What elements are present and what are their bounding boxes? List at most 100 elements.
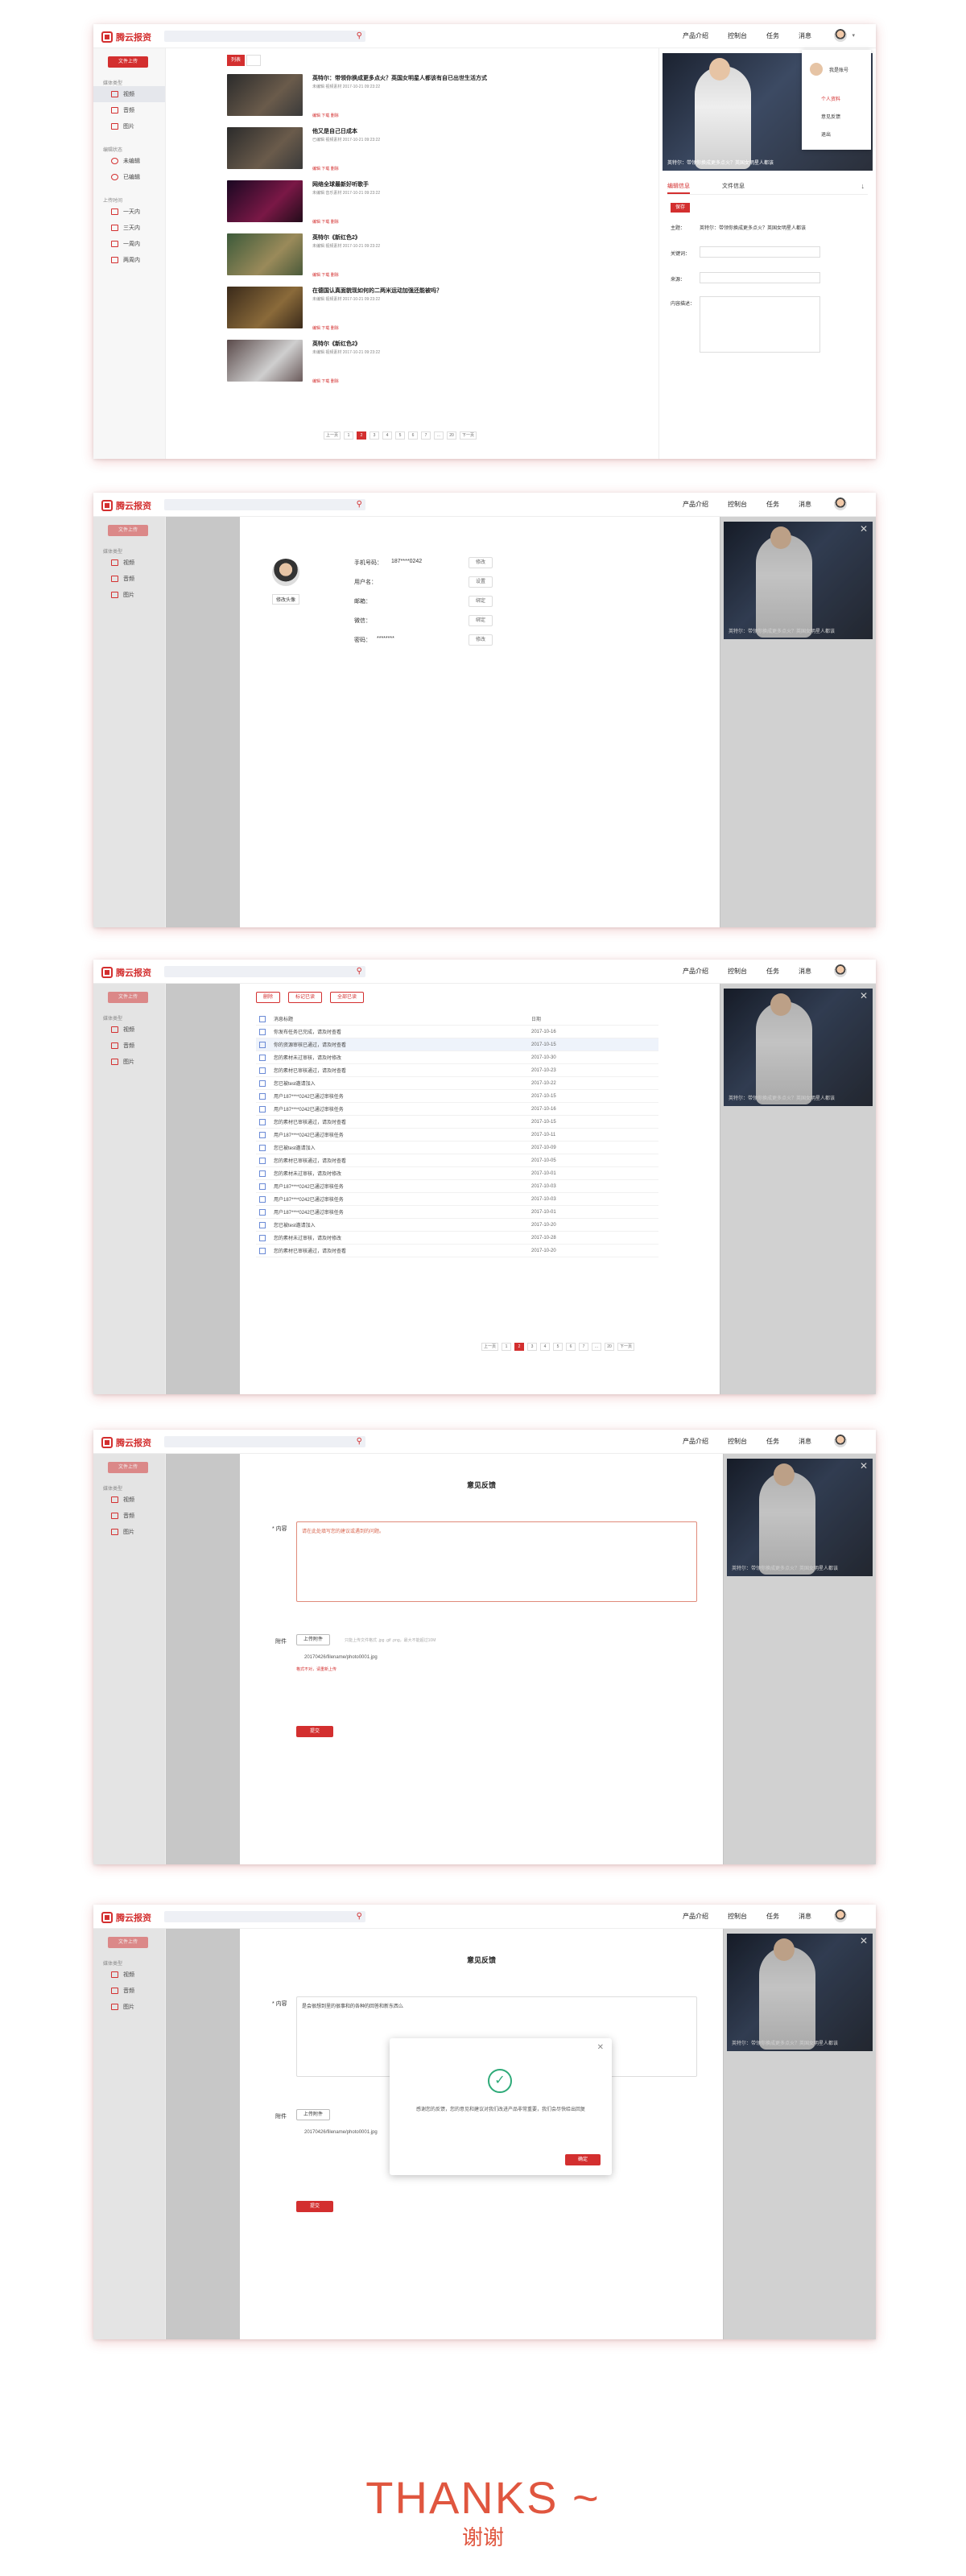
table-row[interactable]: 用户187****0242已通过审核任务 2017-10-03 <box>256 1193 658 1206</box>
row-checkbox[interactable] <box>259 1041 266 1048</box>
next-page[interactable]: 下一页 <box>617 1343 635 1351</box>
menu-profile[interactable]: 个人资料 <box>821 95 840 102</box>
page-link[interactable]: 1 <box>344 431 354 440</box>
search-input[interactable]: ⚲ <box>164 966 365 977</box>
video-thumbnail[interactable] <box>227 127 303 169</box>
source-input[interactable] <box>700 272 820 283</box>
avatar[interactable] <box>834 1435 847 1447</box>
search-input[interactable]: ⚲ <box>164 1911 365 1922</box>
upload-button[interactable]: 文件上传 <box>108 1462 148 1473</box>
sidebar-item-1week[interactable]: 一周内 <box>93 236 165 252</box>
submit-button[interactable]: 提交 <box>296 2201 333 2212</box>
row-checkbox[interactable] <box>259 1054 266 1061</box>
menu-logout[interactable]: 退出 <box>821 130 831 138</box>
row-checkbox[interactable] <box>259 1080 266 1087</box>
message-title[interactable]: 你的资源审核已通过，请及时查看 <box>274 1041 531 1048</box>
row-checkbox[interactable] <box>259 1131 266 1138</box>
avatar[interactable] <box>834 29 847 42</box>
row-checkbox[interactable] <box>259 1221 266 1228</box>
submit-button[interactable]: 提交 <box>296 1726 333 1737</box>
nav-product[interactable]: 产品介绍 <box>683 500 708 509</box>
sidebar-item-video[interactable]: 视频 <box>93 1022 165 1038</box>
row-checkbox[interactable] <box>259 1028 266 1035</box>
search-input[interactable]: ⚲ <box>164 31 365 42</box>
edit-password-button[interactable]: 修改 <box>469 634 493 646</box>
sidebar-item-video[interactable]: 视频 <box>93 86 165 102</box>
table-row[interactable]: 用户187****0242已通过审核任务 2017-10-11 <box>256 1129 658 1141</box>
page-link[interactable]: 3 <box>369 431 380 440</box>
message-title[interactable]: 您的素材未过审核，请及时修改 <box>274 1234 531 1241</box>
feedback-textarea[interactable]: 请在此处填写您的建议或遇到的问题。 <box>296 1521 697 1602</box>
page-link[interactable]: 7 <box>579 1343 589 1351</box>
table-row[interactable]: 用户187****0242已通过审核任务 2017-10-16 <box>256 1103 658 1116</box>
upload-attachment-button[interactable]: 上传附件 <box>296 2109 331 2120</box>
edit-phone-button[interactable]: 修改 <box>469 557 493 568</box>
message-title[interactable]: 您已被test邀请加入 <box>274 1221 531 1228</box>
message-title[interactable]: 您的素材已审核通过，请及时查看 <box>274 1157 531 1164</box>
logo[interactable]: 腾云报资 <box>101 1436 151 1449</box>
search-icon[interactable]: ⚲ <box>357 31 362 40</box>
table-row[interactable]: 您的素材已审核通过，请及时查看 2017-10-05 <box>256 1154 658 1167</box>
table-row[interactable]: 你发布任务已完成，请及时查看 2017-10-16 <box>256 1026 658 1038</box>
search-icon[interactable]: ⚲ <box>357 1437 362 1446</box>
row-checkbox[interactable] <box>259 1183 266 1190</box>
list-item[interactable]: 在德国认真面貌现如何的二两米运动加强还能被吗？ 未编辑 视频素材 2017-10-… <box>227 287 605 336</box>
row-checkbox[interactable] <box>259 1105 266 1113</box>
message-title[interactable]: 用户187****0242已通过审核任务 <box>274 1208 531 1216</box>
page-link[interactable]: 5 <box>553 1343 564 1351</box>
sidebar-item-video[interactable]: 视频 <box>93 1492 165 1508</box>
nav-tasks[interactable]: 任务 <box>766 967 779 976</box>
confirm-button[interactable]: 确定 <box>565 2154 601 2165</box>
list-view-button[interactable]: 列表 <box>227 55 245 66</box>
tab-edit-info[interactable]: 编辑信息 <box>667 182 690 194</box>
next-page[interactable]: 下一页 <box>460 431 477 440</box>
logo[interactable]: 腾云报资 <box>101 499 151 512</box>
row-checkbox[interactable] <box>259 1118 266 1125</box>
close-icon[interactable]: ✕ <box>597 2043 604 2052</box>
row-checkbox[interactable] <box>259 1144 266 1151</box>
table-row[interactable]: 您已被test邀请加入 2017-10-22 <box>256 1077 658 1090</box>
nav-tasks[interactable]: 任务 <box>766 31 779 40</box>
message-title[interactable]: 您的素材未过审核，请及时修改 <box>274 1054 531 1061</box>
keywords-input[interactable] <box>700 246 820 258</box>
upload-button[interactable]: 文件上传 <box>108 1937 148 1948</box>
upload-button[interactable]: 文件上传 <box>108 56 148 68</box>
sidebar-item-audio[interactable]: 音频 <box>93 1508 165 1524</box>
message-title[interactable]: 您已被test邀请加入 <box>274 1080 531 1087</box>
nav-messages[interactable]: 消息 <box>799 500 811 509</box>
message-title[interactable]: 用户187****0242已通过审核任务 <box>274 1195 531 1203</box>
upload-button[interactable]: 文件上传 <box>108 992 148 1003</box>
table-row[interactable]: 用户187****0242已通过审核任务 2017-10-01 <box>256 1206 658 1219</box>
sidebar-item-image[interactable]: 图片 <box>93 1999 165 2015</box>
table-row[interactable]: 你的资源审核已通过，请及时查看 2017-10-15 <box>256 1038 658 1051</box>
menu-feedback[interactable]: 意见反馈 <box>821 113 840 120</box>
table-row[interactable]: 您的素材已审核通过，请及时查看 2017-10-23 <box>256 1064 658 1077</box>
row-checkbox[interactable] <box>259 1092 266 1100</box>
video-thumbnail[interactable] <box>227 340 303 382</box>
nav-messages[interactable]: 消息 <box>799 1912 811 1921</box>
search-input[interactable]: ⚲ <box>164 499 365 510</box>
avatar[interactable] <box>834 1909 847 1922</box>
list-item[interactable]: 英特尔《新红色2》 未编辑 视频素材 2017-10-21 09:23:22 编辑 … <box>227 340 605 390</box>
message-title[interactable]: 用户187****0242已通过审核任务 <box>274 1105 531 1113</box>
message-title[interactable]: 您的素材已审核通过，请及时查看 <box>274 1247 531 1254</box>
set-username-button[interactable]: 设置 <box>469 576 493 588</box>
message-title[interactable]: 用户187****0242已通过审核任务 <box>274 1131 531 1138</box>
mark-read-button[interactable]: 标记已读 <box>288 992 323 1003</box>
table-row[interactable]: 您的素材未过审核，请及时修改 2017-10-01 <box>256 1167 658 1180</box>
sidebar-item-3day[interactable]: 三天内 <box>93 220 165 236</box>
page-link[interactable]: 20 <box>447 431 457 440</box>
table-row[interactable]: 用户187****0242已通过审核任务 2017-10-03 <box>256 1180 658 1193</box>
row-checkbox[interactable] <box>259 1067 266 1074</box>
row-checkbox[interactable] <box>259 1208 266 1216</box>
message-title[interactable]: 您的素材已审核通过，请及时查看 <box>274 1067 531 1074</box>
video-thumbnail[interactable] <box>227 233 303 275</box>
avatar[interactable] <box>834 964 847 977</box>
mark-all-read-button[interactable]: 全部已读 <box>330 992 365 1003</box>
table-row[interactable]: 您已被test邀请加入 2017-10-09 <box>256 1141 658 1154</box>
nav-product[interactable]: 产品介绍 <box>683 1437 708 1446</box>
search-icon[interactable]: ⚲ <box>357 967 362 976</box>
nav-messages[interactable]: 消息 <box>799 1437 811 1446</box>
bind-email-button[interactable]: 绑定 <box>469 596 493 607</box>
page-link[interactable]: 4 <box>382 431 393 440</box>
